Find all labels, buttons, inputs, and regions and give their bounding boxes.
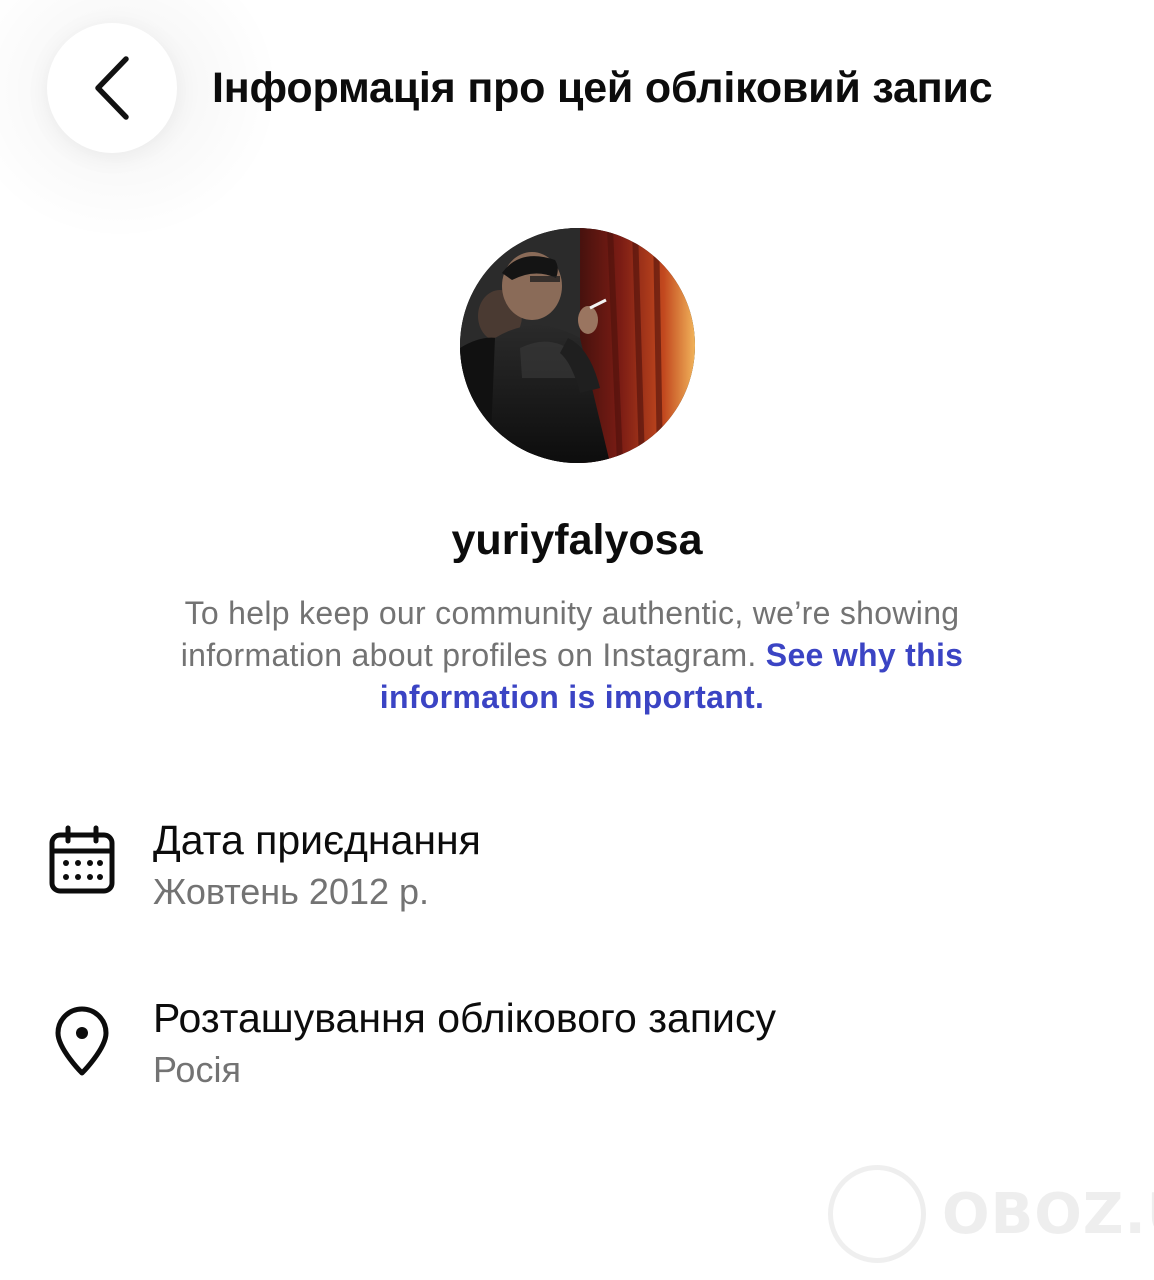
watermark: OBOZ.UA xyxy=(828,1165,1154,1265)
calendar-icon xyxy=(46,825,118,897)
location-pin-icon xyxy=(46,1005,118,1077)
authenticity-description: To help keep our community authentic, we… xyxy=(100,592,1044,718)
account-location-value: Росія xyxy=(153,1049,241,1090)
globe-icon xyxy=(828,1165,926,1263)
account-info-screen: Інформація про цей обліковий запис yuriy… xyxy=(0,0,1154,1280)
account-location-label: Розташування облікового запису xyxy=(153,995,776,1041)
username: yuriyfalyosa xyxy=(451,516,703,564)
account-location-row: Розташування облікового запису Росія xyxy=(0,985,1154,1105)
date-joined-label: Дата приєднання xyxy=(153,817,481,863)
date-joined-value: Жовтень 2012 р. xyxy=(153,871,430,912)
chevron-left-icon xyxy=(92,55,132,121)
page-title: Інформація про цей обліковий запис xyxy=(212,64,993,112)
back-button[interactable] xyxy=(47,23,177,153)
date-joined-row: Дата приєднання Жовтень 2012 р. xyxy=(0,805,1154,925)
avatar[interactable] xyxy=(460,228,695,463)
watermark-text: OBOZ.UA xyxy=(942,1182,1154,1247)
